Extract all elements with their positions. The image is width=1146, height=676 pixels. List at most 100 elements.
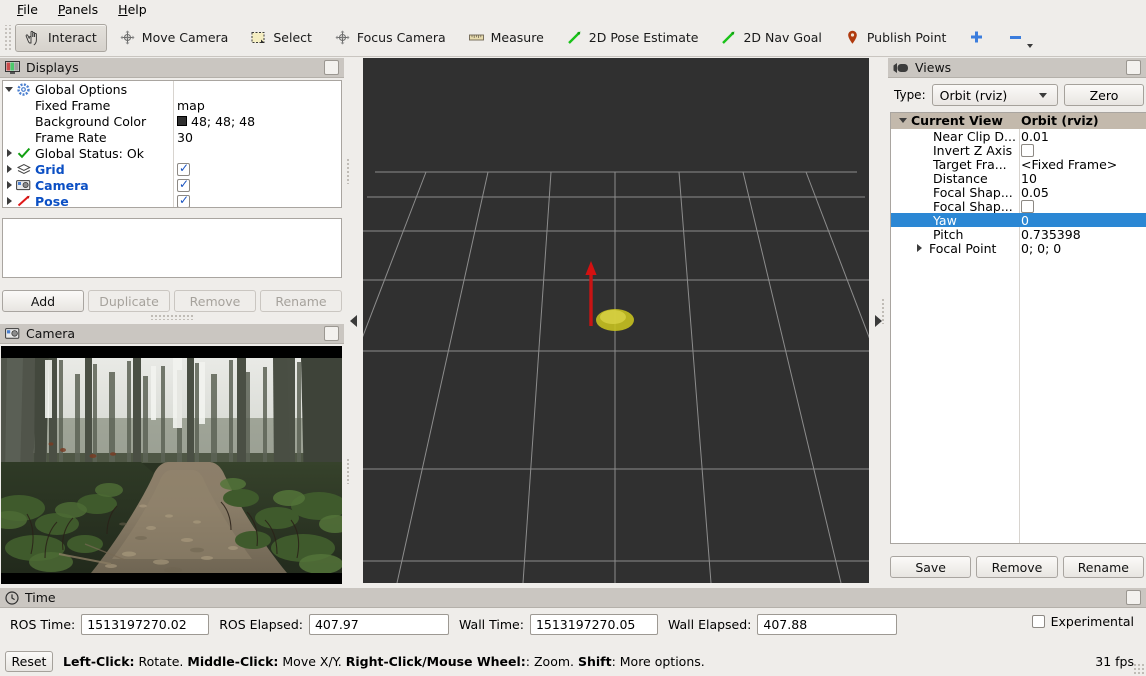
expander-right-icon[interactable]: [3, 197, 15, 205]
splitter-grip[interactable]: [346, 158, 350, 184]
views-row-focal-point[interactable]: Focal Point 0; 0; 0: [891, 240, 1146, 256]
tool-move-camera-label: Move Camera: [141, 30, 229, 45]
tool-interact[interactable]: Interact: [15, 23, 107, 52]
expander-right-icon[interactable]: [3, 149, 15, 157]
tool-remove-minus[interactable]: [997, 24, 1034, 52]
ros-time-input[interactable]: 1513197270.02: [81, 613, 210, 635]
views-row-focal-shape-size[interactable]: Focal Shap... 0.05: [891, 184, 1146, 200]
menu-help[interactable]: Help: [109, 1, 156, 19]
grid-enabled-checkbox[interactable]: [177, 161, 190, 176]
camera-enabled-checkbox[interactable]: [177, 177, 190, 192]
expander-down-icon[interactable]: [897, 118, 909, 123]
tree-value-background-color[interactable]: 48; 48; 48: [177, 113, 255, 129]
view-type-value: Orbit (rviz): [939, 87, 1008, 103]
views-panel-title: Views: [915, 60, 952, 75]
menu-file[interactable]: File: [8, 1, 47, 19]
menu-panels[interactable]: Panels: [49, 1, 107, 19]
views-row-yaw[interactable]: Yaw 0: [891, 213, 1146, 228]
displays-float-button[interactable]: [324, 60, 339, 75]
views-row-target-frame[interactable]: Target Fra... <Fixed Frame>: [891, 157, 1146, 172]
3d-render-view[interactable]: [363, 58, 869, 583]
tree-row-pose[interactable]: Pose: [3, 193, 341, 207]
views-value-focal-point[interactable]: 0; 0; 0: [1021, 241, 1061, 256]
add-display-button[interactable]: Add: [2, 290, 84, 312]
views-tree[interactable]: Current View Orbit (rviz) Near Clip D...…: [890, 112, 1146, 544]
right-splitter[interactable]: [869, 58, 888, 583]
displays-tree[interactable]: Global Options Fixed Frame map Backgroun…: [2, 80, 342, 208]
views-row-near-clip-distance[interactable]: Near Clip D... 0.01: [891, 129, 1146, 144]
duplicate-display-button[interactable]: Duplicate: [88, 290, 170, 312]
tree-row-camera[interactable]: Camera: [3, 177, 341, 193]
rename-view-button[interactable]: Rename: [1062, 556, 1144, 578]
views-value-pitch[interactable]: 0.735398: [1021, 227, 1081, 242]
view-type-label: Type:: [894, 88, 926, 102]
expander-right-icon[interactable]: [913, 244, 925, 252]
splitter-grip[interactable]: [346, 458, 350, 484]
tree-value-fixed-frame[interactable]: map: [177, 97, 205, 113]
dock-splitter-handle[interactable]: [150, 314, 194, 320]
views-label-focal-shape-size: Focal Shap...: [933, 184, 1013, 200]
display-description-area: [2, 218, 342, 278]
window-resize-grip[interactable]: [1133, 663, 1145, 675]
chevron-down-icon[interactable]: [1027, 43, 1034, 48]
tree-row-global-options[interactable]: Global Options: [3, 81, 341, 97]
tool-publish-point-label: Publish Point: [866, 30, 947, 45]
tree-value-frame-rate[interactable]: 30: [177, 129, 193, 145]
views-value-distance[interactable]: 10: [1021, 171, 1037, 186]
displays-panel-header: Displays: [0, 58, 344, 78]
splitter-grip[interactable]: [881, 298, 885, 324]
tool-add-plus[interactable]: [958, 24, 995, 52]
tool-2d-nav-goal[interactable]: 2D Nav Goal: [710, 24, 831, 52]
tree-row-grid[interactable]: Grid: [3, 161, 341, 177]
toolbar-grip[interactable]: [3, 24, 12, 51]
views-row-invert-z-axis[interactable]: Invert Z Axis: [891, 143, 1146, 158]
focal-shape-fixed-size-checkbox[interactable]: [1021, 199, 1034, 213]
views-value-yaw[interactable]: 0: [1021, 213, 1029, 228]
collapse-left-arrow-icon[interactable]: [350, 314, 357, 327]
expander-down-icon[interactable]: [3, 87, 15, 92]
remove-display-button[interactable]: Remove: [174, 290, 256, 312]
fps-indicator: 31 fps: [1095, 653, 1134, 669]
ros-elapsed-input[interactable]: 407.97: [308, 613, 449, 635]
views-float-button[interactable]: [1126, 60, 1141, 75]
view-type-combo[interactable]: Orbit (rviz): [931, 84, 1058, 106]
reset-button[interactable]: Reset: [5, 650, 53, 672]
tool-move-camera[interactable]: Move Camera: [109, 24, 239, 52]
tree-row-global-status[interactable]: Global Status: Ok: [3, 145, 341, 161]
tool-focus-camera[interactable]: Focus Camera: [324, 24, 456, 52]
experimental-checkbox[interactable]: [1031, 615, 1045, 628]
zero-button[interactable]: Zero: [1064, 84, 1144, 106]
tool-measure[interactable]: Measure: [458, 24, 554, 52]
expander-right-icon[interactable]: [3, 165, 15, 173]
camera-float-button[interactable]: [324, 326, 339, 341]
views-row-distance[interactable]: Distance 10: [891, 171, 1146, 186]
left-splitter[interactable]: [344, 58, 363, 583]
time-float-button[interactable]: [1126, 590, 1141, 605]
views-value-target-frame[interactable]: <Fixed Frame>: [1021, 157, 1117, 172]
tree-row-frame-rate[interactable]: Frame Rate 30: [3, 129, 341, 145]
views-value-near-clip-distance[interactable]: 0.01: [1021, 129, 1049, 144]
invert-z-axis-checkbox[interactable]: [1021, 143, 1034, 157]
tree-row-background-color[interactable]: Background Color 48; 48; 48: [3, 113, 341, 129]
pose-enabled-checkbox[interactable]: [177, 193, 190, 207]
wall-time-input[interactable]: 1513197270.05: [529, 613, 658, 635]
views-value-focal-shape-size[interactable]: 0.05: [1021, 185, 1049, 200]
displays-panel: Displays Global Options Fixed Frame map …: [0, 58, 344, 324]
tree-row-fixed-frame[interactable]: Fixed Frame map: [3, 97, 341, 113]
tool-select[interactable]: Select: [240, 24, 322, 52]
camera-image-view[interactable]: [1, 346, 342, 584]
expander-right-icon[interactable]: [3, 181, 15, 189]
tool-2d-pose-estimate[interactable]: 2D Pose Estimate: [556, 24, 709, 52]
rename-display-button[interactable]: Rename: [260, 290, 342, 312]
remove-view-button[interactable]: Remove: [976, 556, 1058, 578]
wall-elapsed-input[interactable]: 407.88: [757, 613, 898, 635]
save-view-button[interactable]: Save: [890, 556, 972, 578]
views-label-focal-point: Focal Point: [929, 240, 997, 256]
experimental-toggle[interactable]: Experimental: [1031, 614, 1134, 629]
views-row-focal-shape-fixed-size[interactable]: Focal Shap...: [891, 199, 1146, 214]
displays-monitor-icon: [5, 60, 20, 74]
views-tree-header-row[interactable]: Current View Orbit (rviz): [891, 113, 1146, 129]
grid-icon: [15, 163, 32, 175]
views-row-pitch[interactable]: Pitch 0.735398: [891, 227, 1146, 242]
tool-publish-point[interactable]: Publish Point: [834, 24, 957, 52]
